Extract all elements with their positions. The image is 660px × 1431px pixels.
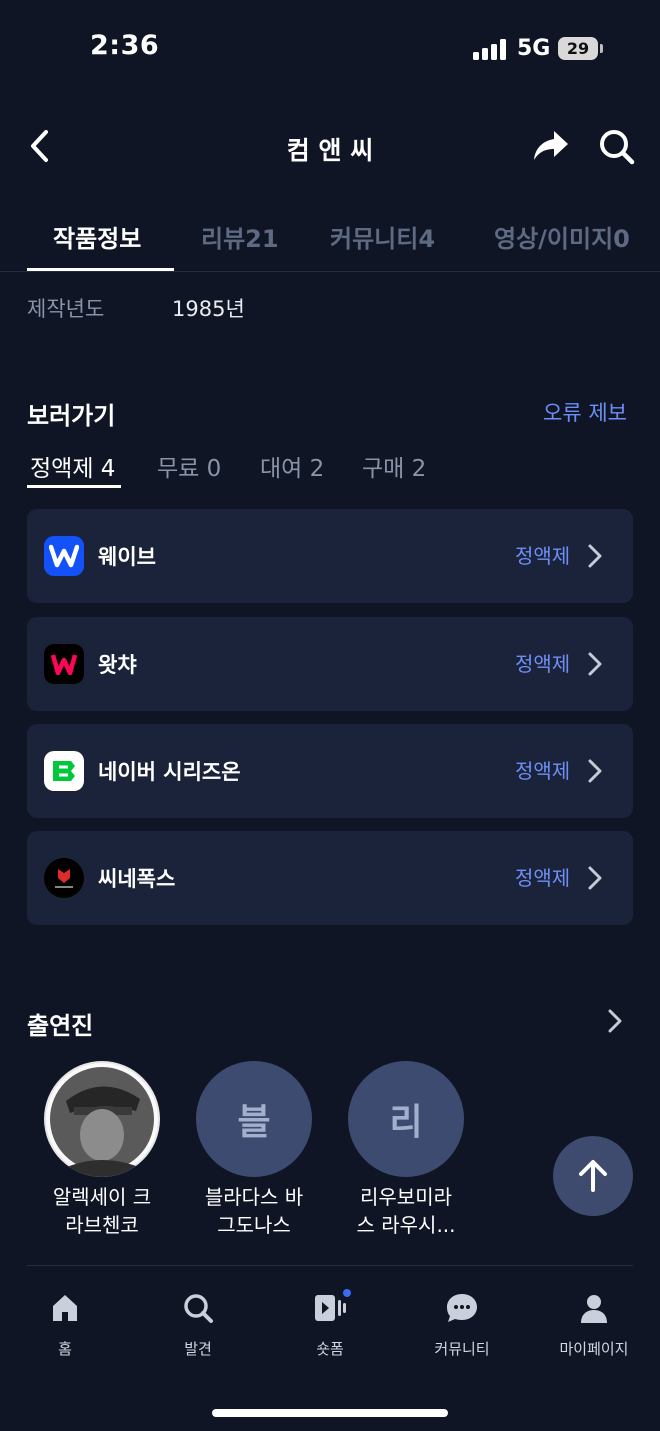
provider-card-watcha[interactable]: 왓챠 정액제 bbox=[27, 617, 633, 711]
cast-name-line: 블라다스 바 bbox=[204, 1185, 304, 1209]
nav-label: 홈 bbox=[58, 1340, 72, 1358]
cast-name[interactable]: 리우보미라 스 라우시... bbox=[331, 1183, 481, 1239]
nav-mypage[interactable]: 마이페이지 bbox=[539, 1290, 649, 1370]
nav-discover[interactable]: 발견 bbox=[143, 1290, 253, 1370]
battery-tip bbox=[600, 44, 603, 53]
cast-name-line: 리우보미라 bbox=[360, 1185, 452, 1209]
arrow-up-icon bbox=[579, 1160, 607, 1192]
subtab-subscription[interactable]: 정액제 4 bbox=[30, 449, 115, 483]
cast-name[interactable]: 알렉세이 크 라브첸코 bbox=[27, 1183, 177, 1239]
network-type: 5G bbox=[517, 36, 551, 61]
cast-avatar-placeholder[interactable]: 리 bbox=[348, 1061, 464, 1177]
chevron-right-icon[interactable] bbox=[602, 1007, 626, 1035]
tab-info[interactable]: 작품정보 bbox=[53, 219, 141, 254]
chevron-right-icon bbox=[588, 866, 602, 890]
provider-plan: 정액제 bbox=[515, 759, 571, 783]
nav-community[interactable]: 커뮤니티 bbox=[407, 1290, 517, 1370]
cast-name-line: 스 라우시... bbox=[356, 1213, 456, 1237]
chevron-left-icon bbox=[31, 130, 48, 162]
chat-bubble-icon bbox=[444, 1290, 480, 1326]
production-year-value: 1985년 bbox=[172, 297, 245, 321]
person-icon bbox=[576, 1290, 612, 1326]
bottom-nav-divider bbox=[27, 1265, 633, 1266]
watcha-logo bbox=[44, 644, 84, 684]
provider-name: 왓챠 bbox=[98, 653, 137, 677]
provider-name: 씨네폭스 bbox=[98, 867, 176, 891]
report-error-link[interactable]: 오류 제보 bbox=[543, 397, 627, 427]
watch-section-title: 보러가기 bbox=[27, 402, 116, 430]
notification-dot bbox=[343, 1289, 351, 1297]
provider-card-naver-serieson[interactable]: 네이버 시리즈온 정액제 bbox=[27, 724, 633, 818]
scroll-to-top-button[interactable] bbox=[553, 1136, 633, 1216]
provider-plan: 정액제 bbox=[515, 652, 571, 676]
nav-label: 마이페이지 bbox=[559, 1340, 629, 1358]
back-button[interactable] bbox=[20, 125, 60, 167]
home-indicator[interactable] bbox=[212, 1409, 448, 1417]
share-button[interactable] bbox=[530, 127, 572, 167]
nav-label: 숏폼 bbox=[316, 1340, 344, 1358]
cast-name[interactable]: 블라다스 바 그도나스 bbox=[179, 1183, 329, 1239]
cast-name-line: 알렉세이 크 bbox=[52, 1185, 152, 1209]
provider-name: 네이버 시리즈온 bbox=[98, 760, 241, 784]
search-button[interactable] bbox=[596, 126, 638, 168]
tab-reviews[interactable]: 리뷰21 bbox=[201, 219, 279, 254]
provider-plan: 정액제 bbox=[515, 544, 571, 568]
cellular-signal-icon bbox=[473, 38, 507, 60]
share-arrow-icon bbox=[534, 131, 568, 160]
provider-name: 웨이브 bbox=[98, 545, 156, 569]
provider-plan: 정액제 bbox=[515, 866, 571, 890]
cast-name-line: 라브첸코 bbox=[65, 1213, 139, 1237]
cast-name-line: 그도나스 bbox=[217, 1213, 291, 1237]
chevron-right-icon bbox=[588, 544, 602, 568]
cast-section-title: 출연진 bbox=[27, 1012, 94, 1040]
shortform-icon bbox=[312, 1289, 351, 1326]
nav-label: 커뮤니티 bbox=[434, 1340, 490, 1358]
nav-label: 발견 bbox=[184, 1340, 212, 1358]
chevron-right-icon bbox=[588, 652, 602, 676]
tab-community[interactable]: 커뮤니티4 bbox=[330, 219, 435, 254]
search-icon bbox=[180, 1290, 216, 1326]
chevron-right-icon bbox=[588, 759, 602, 783]
subtab-free[interactable]: 무료 0 bbox=[157, 449, 221, 483]
provider-card-cinefox[interactable]: 씨네폭스 정액제 bbox=[27, 831, 633, 925]
battery-level: 29 bbox=[566, 39, 590, 58]
wavve-logo bbox=[44, 536, 84, 576]
page-title: 컴 앤 씨 bbox=[286, 136, 374, 165]
active-subtab-indicator bbox=[27, 485, 121, 488]
cinefox-logo bbox=[44, 858, 84, 898]
tab-media[interactable]: 영상/이미지0 bbox=[494, 219, 630, 254]
provider-card-wavve[interactable]: 웨이브 정액제 bbox=[27, 509, 633, 603]
nav-shortform[interactable]: 숏폼 bbox=[275, 1289, 385, 1370]
search-icon bbox=[600, 130, 635, 165]
subtab-purchase[interactable]: 구매 2 bbox=[362, 449, 426, 483]
production-year-label: 제작년도 bbox=[27, 297, 105, 321]
home-icon bbox=[47, 1290, 83, 1326]
subtab-rental[interactable]: 대여 2 bbox=[260, 449, 324, 483]
tab-divider bbox=[0, 271, 660, 272]
battery-icon: 29 bbox=[558, 37, 598, 60]
status-time: 2:36 bbox=[90, 30, 160, 61]
nav-home[interactable]: 홈 bbox=[10, 1290, 120, 1370]
naver-serieson-logo bbox=[44, 751, 84, 791]
cast-avatar-photo[interactable] bbox=[44, 1061, 160, 1177]
cast-avatar-placeholder[interactable]: 블 bbox=[196, 1061, 312, 1177]
